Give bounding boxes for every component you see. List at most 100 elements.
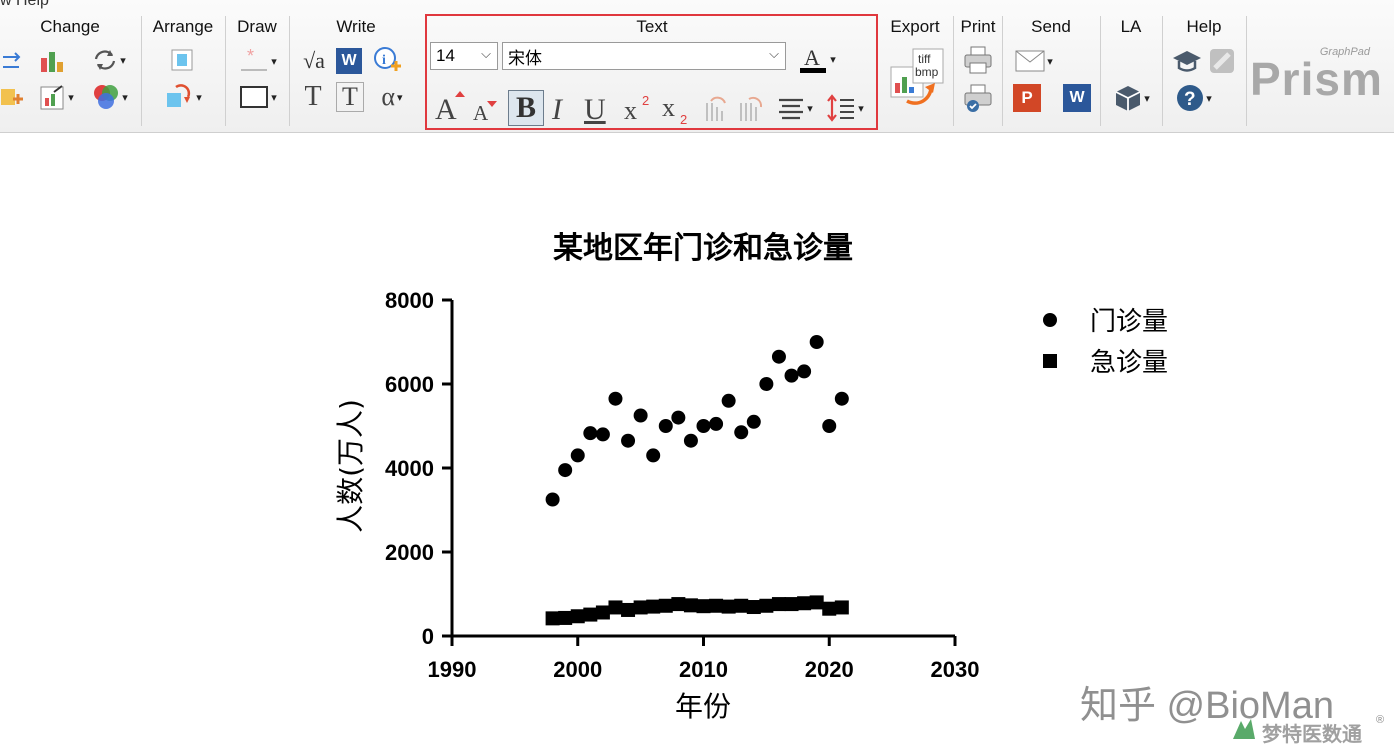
svg-text:?: ?: [1184, 89, 1196, 110]
rotate-text-right-icon[interactable]: [736, 92, 766, 124]
data-point-circle: [608, 391, 623, 406]
draw-line-icon[interactable]: *: [234, 46, 282, 76]
equation-icon[interactable]: √a: [298, 46, 330, 76]
decrease-font-icon[interactable]: A: [470, 94, 500, 124]
font-color-icon[interactable]: A: [792, 42, 842, 76]
underline-button[interactable]: U: [584, 92, 606, 128]
data-point-square: [771, 597, 786, 612]
export-bmp-label: bmp: [915, 65, 939, 79]
superscript-icon[interactable]: x2: [622, 90, 656, 126]
export-group: Export tiff bmp: [880, 12, 950, 130]
print-group: Print: [954, 12, 1002, 130]
increase-font-icon[interactable]: A: [432, 88, 466, 124]
chart-title: 某地区年门诊和急诊量: [553, 231, 853, 266]
legend-label: 门诊量: [1090, 307, 1168, 337]
print-preview-icon[interactable]: [962, 82, 994, 114]
send-group-title: Send: [1031, 17, 1071, 36]
gray-box-icon[interactable]: [1207, 46, 1237, 76]
align-text-icon[interactable]: [772, 92, 818, 124]
registered-mark: ®: [1376, 714, 1385, 726]
data-point-circle: [709, 416, 724, 431]
data-point-square: [822, 601, 837, 616]
word-object-icon[interactable]: W: [336, 48, 362, 74]
data-point-circle: [696, 419, 711, 433]
separator: [1246, 16, 1247, 126]
data-point-circle: [809, 335, 824, 349]
scatter-chart: 某地区年门诊和急诊量 0 2000 4000 6000 8000 1990 2000 2010 2…: [334, 231, 1168, 723]
graduation-cap-icon[interactable]: [1171, 46, 1203, 76]
rectangle-icon[interactable]: [234, 82, 282, 112]
data-point-circle: [797, 364, 812, 379]
text-tool-icon[interactable]: T: [298, 81, 328, 112]
printer-icon[interactable]: [962, 44, 994, 76]
graph-type-icon[interactable]: [36, 82, 78, 112]
powerpoint-icon[interactable]: P: [1013, 84, 1041, 112]
help-group: Help ?: [1163, 12, 1245, 130]
bar-chart-icon[interactable]: [38, 45, 68, 75]
data-point-square: [721, 599, 736, 614]
font-size-select[interactable]: 14 ⌵: [430, 42, 498, 70]
data-point-square: [734, 598, 749, 613]
data-point-square: [683, 598, 698, 613]
x-tick-label: 1990: [428, 657, 477, 682]
graphpad-prism-logo: GraphPad Prism: [1250, 46, 1382, 105]
la-group-title: LA: [1120, 17, 1142, 36]
y-tick-label: 4000: [385, 456, 434, 481]
italic-button[interactable]: I: [552, 92, 562, 128]
svg-text:A: A: [435, 93, 457, 123]
data-point-circle: [721, 393, 736, 408]
legend-label: 急诊量: [1090, 348, 1168, 378]
info-insert-icon[interactable]: i: [372, 45, 402, 75]
data-point-square: [608, 600, 623, 615]
brand-watermark: 梦特医数通: [1262, 724, 1362, 746]
data-point-square: [658, 598, 673, 613]
x-tick-label: 2010: [679, 657, 728, 682]
data-point-circle: [683, 433, 698, 448]
data-point-circle: [771, 349, 786, 364]
text-group: Text 14 ⌵ 宋体 ⌵ A A A B I U x2 x2: [426, 12, 878, 130]
svg-text:A: A: [473, 101, 489, 123]
data-point-circle: [746, 414, 761, 429]
chevron-down-icon[interactable]: ⌵: [481, 46, 491, 62]
greek-symbol-icon[interactable]: α: [372, 82, 412, 112]
word-send-icon[interactable]: W: [1063, 84, 1091, 112]
y-tick-label: 0: [422, 624, 434, 649]
help-question-icon[interactable]: ?: [1171, 82, 1217, 114]
text-group-title: Text: [636, 17, 668, 36]
color-scheme-icon[interactable]: [88, 82, 132, 112]
font-name-select[interactable]: 宋体 ⌵: [502, 42, 786, 70]
rotate-icon[interactable]: [88, 45, 130, 75]
send-group: Send P W: [1003, 12, 1099, 130]
text-box-icon[interactable]: T: [336, 82, 364, 112]
svg-text:A: A: [804, 45, 820, 70]
chevron-down-icon[interactable]: ⌵: [769, 46, 779, 62]
data-point-circle: [658, 419, 673, 433]
print-group-title: Print: [960, 17, 996, 36]
write-group-title: Write: [336, 17, 376, 36]
data-point-circle: [671, 410, 686, 425]
subscript-icon[interactable]: x2: [660, 90, 694, 126]
export-icon[interactable]: tiff bmp: [886, 46, 946, 110]
bold-button[interactable]: B: [508, 90, 544, 126]
brand-logo-icon: [1230, 716, 1258, 742]
data-point-square: [570, 609, 585, 624]
cube-icon[interactable]: [1109, 82, 1155, 114]
y-axis-label: 人数(万人): [334, 399, 367, 533]
y-tick-label: 2000: [385, 540, 434, 565]
data-point-circle: [570, 448, 585, 463]
menu-bar-hint[interactable]: w Help: [0, 0, 49, 10]
change-group-title: Change: [40, 17, 100, 36]
font-size-value: 14: [436, 46, 455, 65]
shrink-icon[interactable]: [0, 47, 24, 75]
data-point-square: [595, 605, 610, 620]
data-point-square: [621, 602, 636, 617]
data-point-square: [646, 599, 661, 614]
rotate-text-left-icon[interactable]: [702, 92, 732, 124]
email-icon[interactable]: [1011, 46, 1057, 76]
order-icon[interactable]: [162, 82, 206, 112]
align-icon[interactable]: [168, 46, 196, 74]
line-spacing-icon[interactable]: [822, 90, 868, 126]
ribbon-toolbar: w Help Change Arrange: [0, 0, 1394, 133]
data-point-square: [759, 598, 774, 613]
add-data-icon[interactable]: [0, 82, 24, 112]
